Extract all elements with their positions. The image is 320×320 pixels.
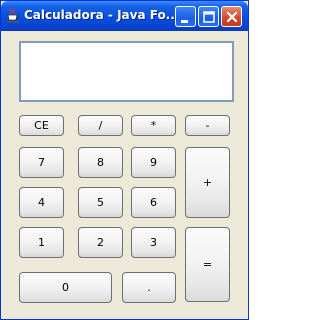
digit-8-button[interactable]: 8 (78, 147, 123, 178)
java-cup-icon[interactable] (6, 8, 20, 23)
minimize-button[interactable] (175, 6, 196, 27)
subtract-button[interactable]: - (185, 115, 230, 136)
display-field[interactable] (19, 41, 234, 102)
add-button[interactable]: + (185, 147, 230, 218)
digit-3-button[interactable]: 3 (131, 227, 176, 258)
digit-1-button[interactable]: 1 (19, 227, 64, 258)
decimal-point-button[interactable]: . (122, 272, 176, 303)
calculator-window: Calculadora - Java Fo... CE / * - 7 8 9 (0, 0, 249, 320)
calculator-body: CE / * - 7 8 9 + 4 5 6 1 2 3 = 0 . (5, 31, 244, 315)
clear-entry-button[interactable]: CE (19, 115, 64, 136)
minimize-icon (181, 20, 188, 23)
multiply-button[interactable]: * (131, 115, 176, 136)
digit-4-button[interactable]: 4 (19, 187, 64, 218)
digit-0-button[interactable]: 0 (19, 272, 112, 303)
digit-9-button[interactable]: 9 (131, 147, 176, 178)
window-title: Calculadora - Java Fo... (24, 8, 180, 22)
close-icon (226, 11, 238, 23)
digit-5-button[interactable]: 5 (78, 187, 123, 218)
digit-2-button[interactable]: 2 (78, 227, 123, 258)
maximize-button[interactable] (198, 6, 219, 27)
digit-6-button[interactable]: 6 (131, 187, 176, 218)
maximize-icon (203, 11, 215, 23)
close-button[interactable] (221, 6, 242, 27)
divide-button[interactable]: / (78, 115, 123, 136)
digit-7-button[interactable]: 7 (19, 147, 64, 178)
equals-button[interactable]: = (185, 227, 230, 302)
title-bar[interactable]: Calculadora - Java Fo... (1, 1, 248, 31)
